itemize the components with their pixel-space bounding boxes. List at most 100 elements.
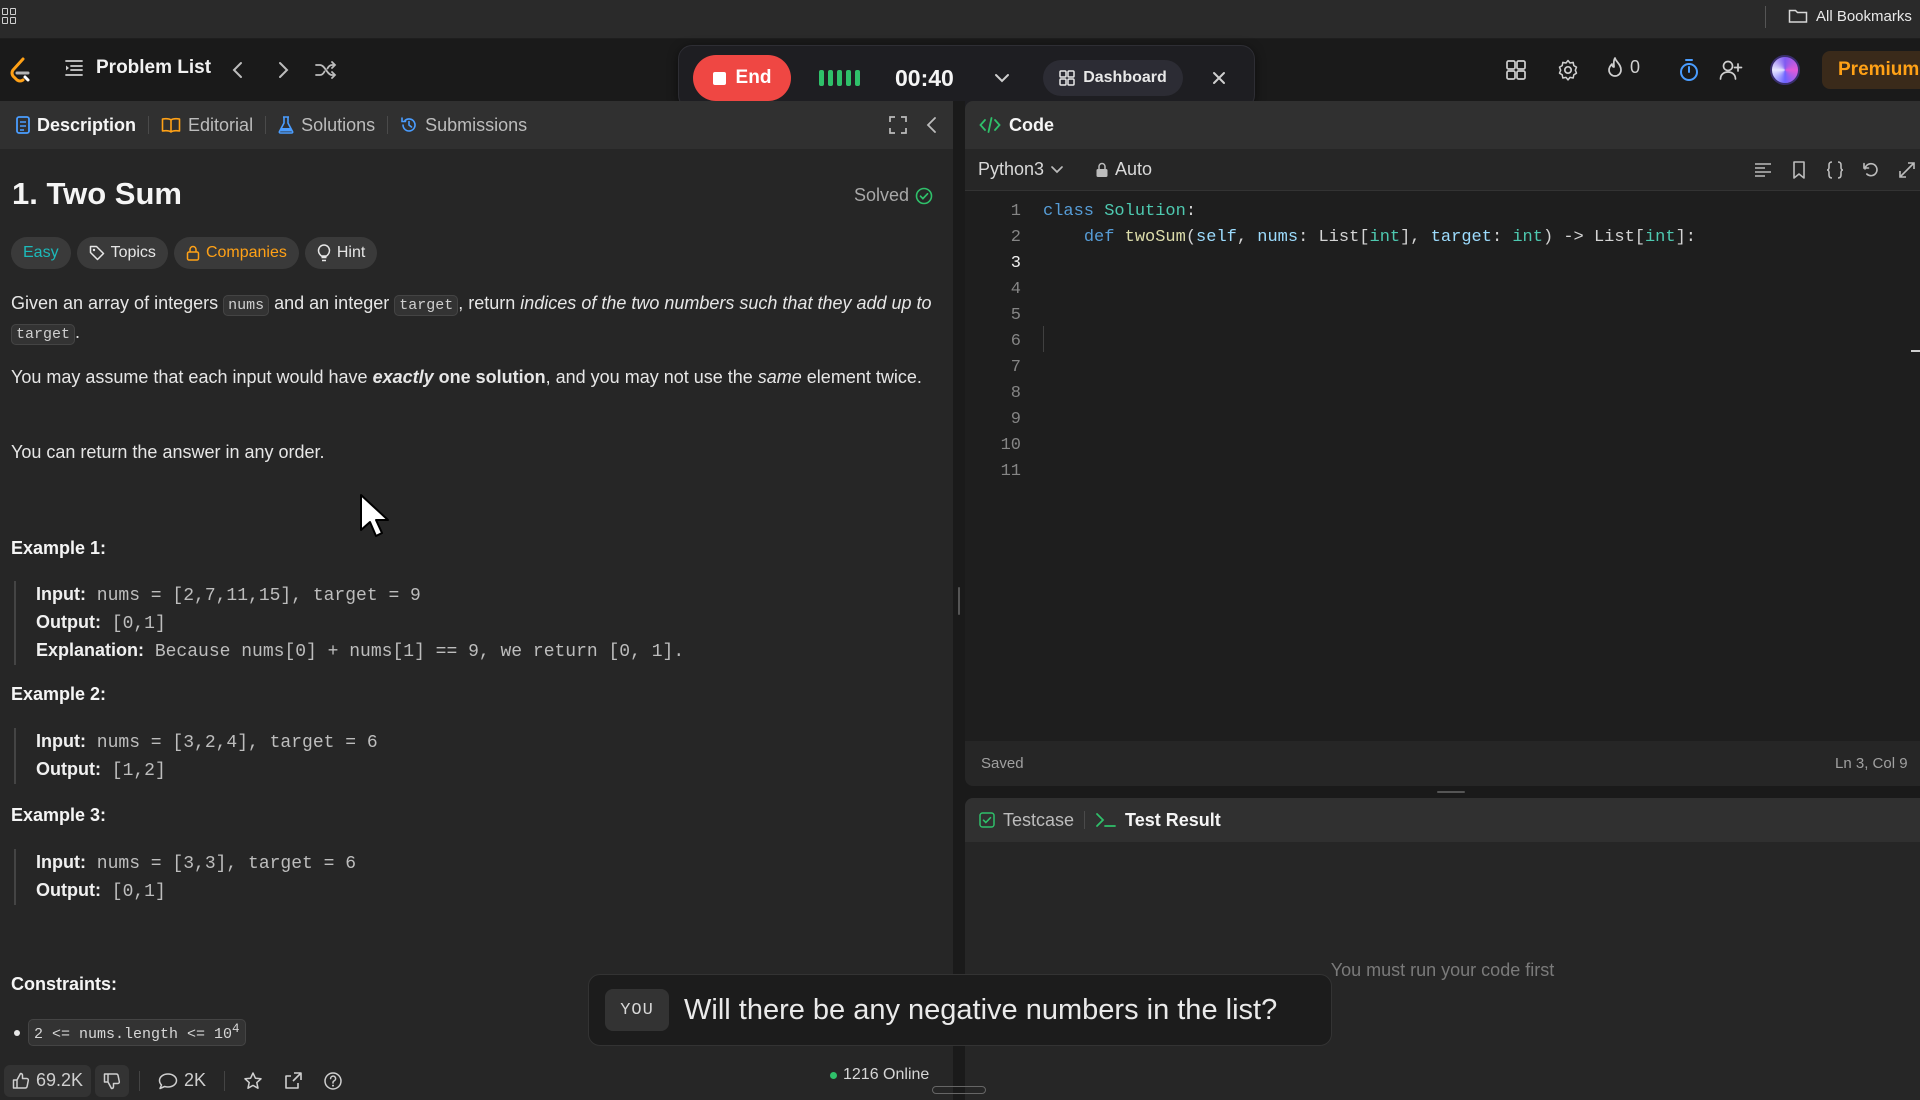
streak-counter[interactable]: 0: [1606, 56, 1640, 78]
inline-code: target: [394, 295, 459, 316]
lightbulb-icon: [317, 244, 331, 262]
description-paragraph-1: Given an array of integers nums and an i…: [11, 290, 941, 348]
all-bookmarks-button[interactable]: All Bookmarks: [1788, 6, 1912, 26]
input-value: nums = [3,2,4], target = 6: [96, 733, 378, 753]
fullscreen-icon[interactable]: [888, 115, 908, 135]
tab-solutions[interactable]: Solutions: [272, 101, 381, 149]
caption-message: Will there be any negative numbers in th…: [684, 993, 1278, 1026]
horizontal-resize-handle[interactable]: [965, 786, 1920, 798]
lock-icon: [1095, 162, 1109, 178]
online-count: 1216 Online: [830, 1066, 929, 1084]
problem-list-label: Problem List: [96, 57, 212, 78]
terminal-icon: [1095, 812, 1117, 828]
companies-tag[interactable]: Companies: [173, 237, 299, 269]
difficulty-badge: Easy: [11, 237, 71, 269]
language-label: Python3: [978, 159, 1045, 179]
tab-submissions[interactable]: Submissions: [394, 101, 533, 149]
bookmark-icon[interactable]: [1789, 160, 1809, 180]
text: and an integer: [269, 293, 395, 313]
premium-button[interactable]: Premium: [1822, 51, 1920, 89]
code-title: Code: [1009, 114, 1054, 135]
grip: [958, 587, 960, 615]
solved-status: Solved: [854, 185, 933, 206]
line-number: 2: [1010, 228, 1021, 247]
problem-title[interactable]: 1. Two Sum: [12, 176, 182, 212]
dashboard-button[interactable]: Dashboard: [1043, 60, 1183, 96]
speaker-badge: YOU: [605, 989, 669, 1031]
bullet: [14, 1029, 20, 1036]
description-panel: Description Editorial Solutions Submissi…: [0, 101, 953, 1100]
language-select[interactable]: Python3: [978, 159, 1064, 180]
bookmark-divider: [1765, 6, 1766, 28]
constraint-text: 2 <= nums.length <= 10: [34, 1026, 233, 1043]
topics-tag[interactable]: Topics: [76, 237, 168, 269]
auto-mode-toggle[interactable]: Auto: [1095, 159, 1152, 180]
reset-icon[interactable]: [1861, 160, 1881, 180]
example-3-title: Example 3:: [11, 805, 107, 825]
text: .: [75, 322, 81, 342]
comments-button[interactable]: 2K: [150, 1065, 214, 1097]
dislike-button[interactable]: [95, 1064, 130, 1097]
output-label: Output:: [36, 759, 101, 779]
cursor-position: Ln 3, Col 9: [1835, 755, 1908, 772]
tab-testcase[interactable]: Testcase: [979, 810, 1074, 831]
input-label: Input:: [36, 731, 86, 751]
apps-grid-icon[interactable]: [2, 8, 16, 24]
text: You may assume that each input would hav…: [11, 367, 373, 387]
drag-handle[interactable]: [932, 1086, 986, 1094]
inline-code: target: [11, 324, 76, 345]
interview-session-bar: End 00:40 Dashboard: [678, 45, 1255, 109]
next-problem-icon[interactable]: [271, 58, 295, 82]
close-icon[interactable]: [1207, 66, 1231, 90]
line-number: 9: [1010, 410, 1021, 429]
check-circle-icon: [915, 187, 933, 205]
code-editor[interactable]: 1 2 3 4 5 6 7 8 9 10 11 class Solution: …: [965, 191, 1920, 741]
tab-description[interactable]: Description: [10, 101, 142, 149]
output-value: [1,2]: [111, 761, 166, 781]
add-friend-icon[interactable]: [1719, 58, 1743, 82]
line-number: 10: [1000, 436, 1021, 455]
emphasis-text: indices of the two numbers such that the…: [520, 293, 932, 313]
output-value: [0,1]: [111, 614, 166, 634]
tab-editorial[interactable]: Editorial: [155, 101, 259, 149]
user-avatar[interactable]: [1770, 55, 1800, 85]
end-session-button[interactable]: End: [693, 55, 791, 101]
vertical-resize-handle[interactable]: [953, 101, 965, 1100]
external-link-icon: [283, 1071, 303, 1091]
audio-level-icon: [819, 70, 860, 86]
online-label: 1216 Online: [843, 1066, 930, 1083]
hint-tag[interactable]: Hint: [304, 237, 378, 269]
emphasis-text: exactly: [372, 367, 434, 387]
favorite-button[interactable]: [235, 1065, 271, 1097]
cursor-marker: [1911, 350, 1920, 352]
editor-toolbar: Python3 Auto: [965, 149, 1920, 191]
prev-problem-icon[interactable]: [226, 58, 250, 82]
timer-icon[interactable]: [1677, 58, 1701, 82]
leetcode-logo-icon[interactable]: [8, 56, 32, 86]
problem-list-button[interactable]: Problem List: [64, 57, 211, 79]
shuffle-icon[interactable]: [314, 58, 338, 82]
top-navigation: Problem List End 00:40 Dashboard 0 Premi…: [0, 39, 1920, 109]
output-label: Output:: [36, 880, 101, 900]
saved-status: Saved: [981, 755, 1024, 772]
line-number: 7: [1010, 358, 1021, 377]
like-button[interactable]: 69.2K: [4, 1064, 92, 1097]
braces-icon[interactable]: [1825, 160, 1845, 180]
description-paragraph-3: You can return the answer in any order.: [11, 442, 325, 462]
inline-code: nums: [223, 295, 270, 316]
text: element twice.: [801, 367, 922, 387]
thumbs-down-icon: [103, 1072, 121, 1090]
settings-gear-icon[interactable]: [1556, 58, 1580, 82]
help-button[interactable]: [315, 1065, 351, 1097]
expand-icon[interactable]: [1897, 160, 1917, 180]
document-icon: [16, 116, 30, 134]
constraint-item: 2 <= nums.length <= 104: [14, 1019, 246, 1046]
tab-test-result[interactable]: Test Result: [1095, 810, 1221, 831]
layout-icon[interactable]: [1504, 58, 1528, 82]
chevron-down-icon[interactable]: [990, 66, 1014, 90]
collapse-panel-icon[interactable]: [922, 115, 942, 135]
format-icon[interactable]: [1753, 160, 1773, 180]
browser-bookmark-bar: All Bookmarks: [0, 0, 1920, 39]
input-label: Input:: [36, 584, 86, 604]
share-button[interactable]: [275, 1065, 311, 1097]
